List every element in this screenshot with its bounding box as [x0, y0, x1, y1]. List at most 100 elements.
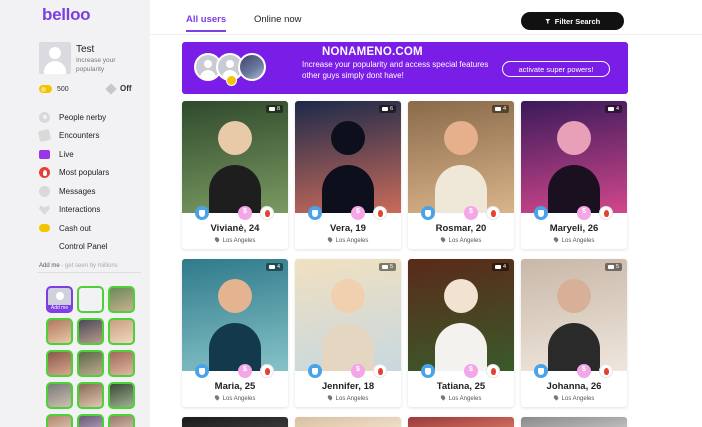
- spotlight-thumb[interactable]: [108, 382, 135, 409]
- camera-icon: [381, 107, 388, 111]
- user-photo[interactable]: 4: [408, 259, 514, 371]
- user-name[interactable]: Tatiana, 25: [408, 381, 514, 392]
- user-card[interactable]: [295, 417, 401, 427]
- gift-coin-icon[interactable]: [351, 206, 365, 220]
- filter-search-button[interactable]: Filter Search: [521, 12, 624, 30]
- sidebar-item-people-nearby[interactable]: People nerby: [39, 108, 144, 127]
- spotlight-empty-slot[interactable]: [77, 286, 104, 313]
- sidebar-item-cash-out[interactable]: Cash out: [39, 219, 144, 238]
- photo-count-badge: 8: [265, 105, 283, 113]
- like-fire-icon[interactable]: [373, 364, 387, 378]
- user-photo[interactable]: [295, 417, 401, 427]
- sidebar-item-most-populars[interactable]: Most populars: [39, 164, 144, 183]
- spotlight-thumb[interactable]: [46, 318, 73, 345]
- tab-all-users[interactable]: All users: [186, 14, 227, 32]
- user-name[interactable]: Vivianė, 24: [182, 223, 288, 234]
- like-fire-icon[interactable]: [599, 364, 613, 378]
- user-name[interactable]: Rosmar, 20: [408, 223, 514, 234]
- spotlight-thumb[interactable]: [46, 414, 73, 427]
- spotlight-thumb[interactable]: [108, 350, 135, 377]
- user-card[interactable]: 5 Johanna, 26 Los Angeles: [521, 259, 627, 407]
- like-fire-icon[interactable]: [260, 364, 274, 378]
- user-card[interactable]: [182, 417, 288, 427]
- sidebar-item-encounters[interactable]: Encounters: [37, 127, 144, 146]
- profile-avatar[interactable]: [39, 42, 71, 74]
- gift-coin-icon[interactable]: [238, 364, 252, 378]
- photo-count: 4: [615, 106, 619, 112]
- location-pin-icon: [439, 394, 446, 401]
- spotlight-thumb[interactable]: [108, 318, 135, 345]
- card-actions: [408, 364, 514, 378]
- user-card[interactable]: 4 Maryeli, 26 Los Angeles: [521, 101, 627, 249]
- like-fire-icon[interactable]: [373, 206, 387, 220]
- coin-balance[interactable]: 500: [39, 85, 69, 93]
- like-fire-icon[interactable]: [486, 364, 500, 378]
- user-name[interactable]: Johanna, 26: [521, 381, 627, 392]
- sidebar-item-interactions[interactable]: Interactions: [39, 201, 144, 220]
- filter-icon: [544, 18, 551, 24]
- spotlight-thumb[interactable]: [77, 350, 104, 377]
- sidebar-item-control-panel[interactable]: Control Panel: [39, 238, 144, 257]
- gift-coin-icon[interactable]: [577, 364, 591, 378]
- user-name[interactable]: Maria, 25: [182, 381, 288, 392]
- like-fire-icon[interactable]: [599, 206, 613, 220]
- spotlight-thumb[interactable]: [46, 382, 73, 409]
- add-me-thumb[interactable]: Add me: [46, 286, 73, 313]
- location-pin-icon: [213, 394, 220, 401]
- like-fire-icon[interactable]: [260, 206, 274, 220]
- sidebar-item-label: Cash out: [59, 223, 92, 233]
- cards-icon: [37, 129, 52, 143]
- like-fire-icon[interactable]: [486, 206, 500, 220]
- gift-coin-icon[interactable]: [238, 206, 252, 220]
- user-name[interactable]: Vera, 19: [295, 223, 401, 234]
- user-photo[interactable]: 4: [521, 101, 627, 213]
- spotlight-thumb[interactable]: [77, 414, 104, 427]
- user-card[interactable]: [408, 417, 514, 427]
- coin-icon: [39, 85, 52, 93]
- user-card[interactable]: 4 Rosmar, 20 Los Angeles: [408, 101, 514, 249]
- spotlight-thumb[interactable]: [108, 414, 135, 427]
- user-name[interactable]: Jennifer, 18: [295, 381, 401, 392]
- photo-count-badge: 5: [604, 263, 622, 271]
- user-name[interactable]: Maryeli, 26: [521, 223, 627, 234]
- user-photo[interactable]: 4: [182, 259, 288, 371]
- spotlight-thumb[interactable]: [77, 318, 104, 345]
- spotlight-thumb[interactable]: [77, 382, 104, 409]
- spotlight-thumb[interactable]: [108, 286, 135, 313]
- gift-coin-icon[interactable]: [464, 364, 478, 378]
- spotlight-thumb[interactable]: [46, 350, 73, 377]
- sidebar-item-live[interactable]: Live: [39, 145, 144, 164]
- camera-icon: [381, 265, 388, 269]
- user-card[interactable]: 6 Vera, 19 Los Angeles: [295, 101, 401, 249]
- profile-name[interactable]: Test: [76, 44, 94, 55]
- user-card[interactable]: [521, 417, 627, 427]
- user-card[interactable]: 4 Tatiana, 25 Los Angeles: [408, 259, 514, 407]
- user-photo[interactable]: 5: [295, 259, 401, 371]
- camera-icon: [494, 265, 501, 269]
- photo-count: 4: [502, 106, 506, 112]
- user-photo[interactable]: 5: [521, 259, 627, 371]
- user-location: Los Angeles: [295, 394, 401, 402]
- user-card[interactable]: 4 Maria, 25 Los Angeles: [182, 259, 288, 407]
- user-location: Los Angeles: [182, 394, 288, 402]
- vip-status[interactable]: Off: [105, 82, 132, 95]
- user-photo[interactable]: 6: [295, 101, 401, 213]
- heart-icon: [39, 205, 50, 215]
- diamond-icon: [105, 82, 117, 95]
- gift-coin-icon[interactable]: [577, 206, 591, 220]
- user-card[interactable]: 5 Jennifer, 18 Los Angeles: [295, 259, 401, 407]
- user-photo[interactable]: 8: [182, 101, 288, 213]
- activate-super-powers-button[interactable]: activate super powers!: [502, 61, 610, 77]
- user-photo[interactable]: [182, 417, 288, 427]
- user-photo[interactable]: [408, 417, 514, 427]
- gift-coin-icon[interactable]: [464, 206, 478, 220]
- gift-coin-icon[interactable]: [351, 364, 365, 378]
- location-pin-icon: [552, 236, 559, 243]
- tab-online-now[interactable]: Online now: [254, 14, 302, 25]
- logo[interactable]: belloo: [42, 5, 91, 25]
- banner-title: NONAMENO.COM: [322, 46, 423, 58]
- sidebar-item-messages[interactable]: Messages: [39, 182, 144, 201]
- user-card[interactable]: 8 Vivianė, 24 Los Angeles: [182, 101, 288, 249]
- user-photo[interactable]: 4: [408, 101, 514, 213]
- user-photo[interactable]: [521, 417, 627, 427]
